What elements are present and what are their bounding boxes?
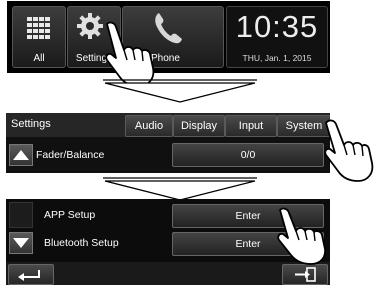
pointing-hand-icon (324, 119, 374, 182)
triangle-down-icon (13, 238, 29, 248)
bluetooth-setup-label: Bluetooth Setup (44, 237, 119, 249)
exit-icon (295, 267, 316, 282)
down-arrow-2 (103, 177, 257, 201)
clock-date: THU, Jan. 1, 2015 (242, 53, 312, 63)
all-label: All (33, 53, 45, 64)
tab-audio[interactable]: Audio (125, 115, 173, 137)
clock-widget: 10:35 THU, Jan. 1, 2015 (226, 6, 328, 68)
clock-time: 10:35 (235, 9, 319, 44)
tab-input[interactable]: Input (225, 115, 277, 137)
down-arrow-1 (103, 79, 257, 103)
back-button[interactable] (8, 264, 54, 285)
fader-balance-label: Fader/Balance (36, 149, 105, 161)
scroll-down-button[interactable] (9, 232, 33, 254)
settings-title: Settings (11, 118, 51, 130)
back-arrow-icon (18, 270, 40, 281)
tab-display[interactable]: Display (173, 115, 225, 137)
tab-bar: Settings Audio Display Input System (6, 113, 330, 137)
scroll-track (9, 202, 33, 228)
phone-icon (155, 13, 182, 44)
fader-balance-value[interactable]: 0/0 (172, 143, 324, 167)
phone-label: Phone (151, 53, 180, 64)
all-tile[interactable]: All (12, 6, 66, 68)
settings-screen: Settings Audio Display Input System Fade… (6, 113, 330, 173)
exit-button[interactable] (282, 264, 328, 285)
triangle-up-icon (13, 150, 29, 160)
scroll-up-button[interactable] (9, 144, 33, 166)
pointing-hand-icon (277, 207, 326, 265)
grid-icon (27, 17, 50, 39)
bottom-bar (6, 262, 330, 285)
app-setup-label: APP Setup (44, 209, 96, 221)
home-screen: All Settings Phone 10:35 THU, Jan. 1, 20… (7, 1, 330, 73)
